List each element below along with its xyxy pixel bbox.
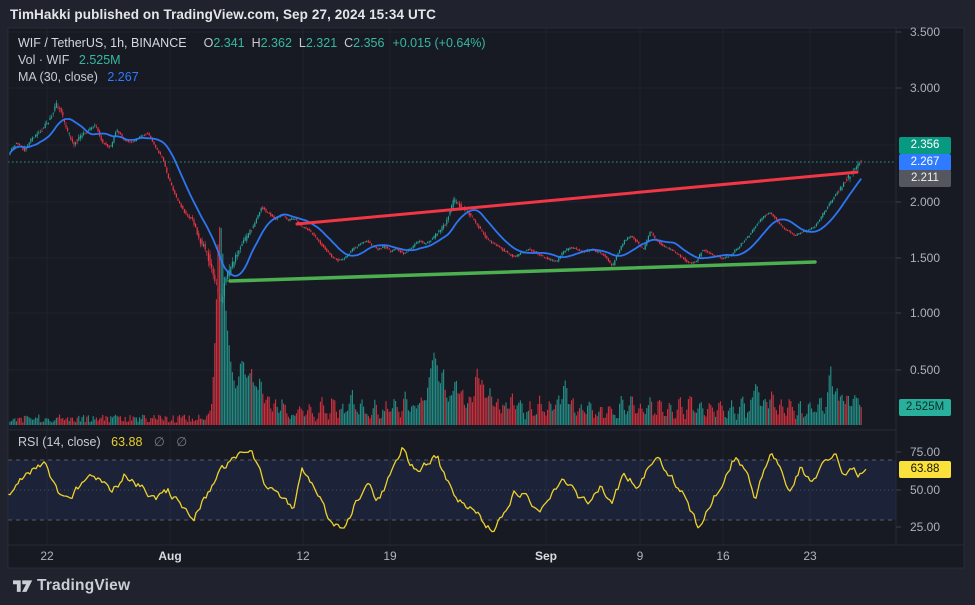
- price-axis-tick[interactable]: 3.000: [899, 80, 951, 96]
- price-axis-tick[interactable]: 1.000: [899, 305, 951, 321]
- time-axis-tick[interactable]: 16: [716, 549, 729, 564]
- rsi-study-value: 63.88: [111, 435, 142, 449]
- volume-study-label[interactable]: Vol · WIF: [18, 53, 69, 67]
- volume-value-label: 2.525M: [899, 399, 951, 416]
- symbol-title[interactable]: WIF / TetherUS, 1h, BINANCE: [18, 36, 187, 50]
- ohlc-close-value: 2.356: [353, 36, 384, 50]
- last-price-label: 2.356: [899, 137, 951, 154]
- tradingview-snapshot: TimHakki published on TradingView.com, S…: [0, 0, 975, 605]
- text-overlay: TimHakki published on TradingView.com, S…: [0, 0, 975, 605]
- time-axis-tick[interactable]: 22: [40, 549, 53, 564]
- volume-study-value: 2.525M: [79, 53, 121, 67]
- ohlc-low-value: 2.321: [306, 36, 337, 50]
- ohlc-low-key: L: [299, 36, 306, 50]
- ma-study-value: 2.267: [107, 70, 138, 84]
- rsi-axis-tick[interactable]: 50.00: [899, 482, 951, 498]
- brand-name[interactable]: TradingView: [37, 577, 130, 595]
- time-axis-tick[interactable]: 9: [637, 549, 644, 564]
- price-axis-tick[interactable]: 3.500: [899, 24, 951, 40]
- legend-row-ma: MA (30, close) 2.267: [18, 70, 139, 84]
- legend-row-rsi: RSI (14, close) 63.88 ∅ ∅: [18, 434, 187, 449]
- tradingview-logo-icon[interactable]: [13, 579, 33, 599]
- ma-value-label: 2.267: [899, 154, 951, 171]
- rsi-axis-tick[interactable]: 75.00: [899, 444, 951, 460]
- price-change: +0.015 (+0.64%): [392, 36, 485, 50]
- countdown-label: 2.211: [899, 170, 951, 187]
- price-axis-tick[interactable]: 0.500: [899, 362, 951, 378]
- time-axis-tick[interactable]: 23: [803, 549, 816, 564]
- ma-study-label[interactable]: MA (30, close): [18, 70, 98, 84]
- rsi-value-label: 63.88: [899, 461, 951, 478]
- price-axis-tick[interactable]: 2.000: [899, 194, 951, 210]
- ohlc-high-key: H: [252, 36, 261, 50]
- rsi-empty-value-2: ∅: [176, 435, 187, 449]
- rsi-study-label[interactable]: RSI (14, close): [18, 435, 101, 449]
- time-axis-tick[interactable]: 19: [383, 549, 396, 564]
- time-axis-tick[interactable]: Sep: [535, 549, 557, 564]
- legend-row-volume: Vol · WIF 2.525M: [18, 53, 121, 67]
- ohlc-high-value: 2.362: [261, 36, 292, 50]
- publish-header: TimHakki published on TradingView.com, S…: [10, 7, 436, 22]
- ohlc-close-key: C: [344, 36, 353, 50]
- ohlc-open-value: 2.341: [213, 36, 244, 50]
- rsi-empty-value-1: ∅: [154, 435, 165, 449]
- rsi-axis-tick[interactable]: 25.00: [899, 519, 951, 535]
- legend-row-symbol: WIF / TetherUS, 1h, BINANCE O2.341 H2.362 L…: [18, 36, 486, 50]
- time-axis-tick[interactable]: 12: [296, 549, 309, 564]
- price-axis-tick[interactable]: 1.500: [899, 250, 951, 266]
- ohlc-open-key: O: [204, 36, 214, 50]
- time-axis-tick[interactable]: Aug: [158, 549, 181, 564]
